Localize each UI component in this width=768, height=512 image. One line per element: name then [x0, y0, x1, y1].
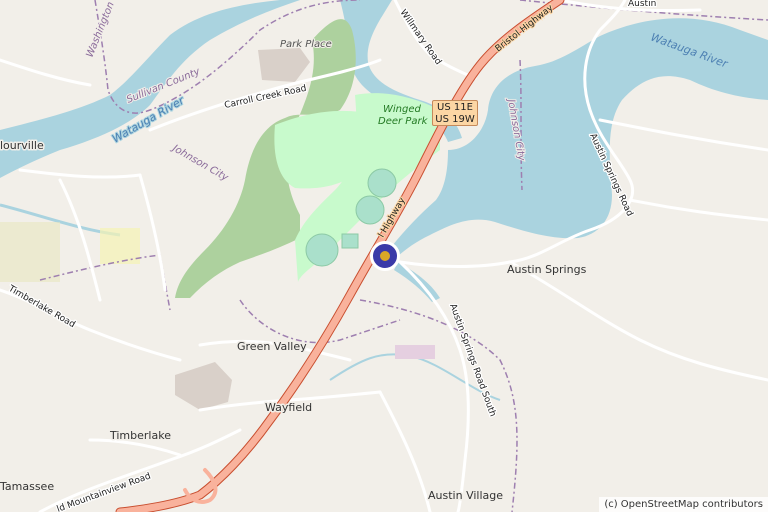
label-watauga-river-west: Watauga River	[110, 93, 188, 145]
label-austin-springs-road: Austin Springs Road	[587, 132, 634, 218]
label-austin-top: Austin	[628, 0, 656, 9]
label-timberlake-road: Timberlake Road	[6, 283, 77, 330]
shield-line-2: US 19W	[435, 114, 475, 125]
label-timberlake: Timberlake	[109, 429, 171, 442]
label-tamassee: Tamassee	[0, 480, 54, 493]
label-johnson-city-east: Johnson City	[505, 97, 527, 163]
label-bluff-city: lourville	[0, 139, 44, 152]
label-johnson-city-west: Johnson City	[169, 142, 231, 184]
label-willmary-road: Willmary Road	[398, 8, 443, 67]
location-marker[interactable]	[370, 241, 400, 271]
label-washington-county: Washington County	[85, 0, 132, 59]
label-winged-deer-park-1: Winged	[383, 104, 422, 115]
location-marker-dot	[380, 251, 390, 261]
label-watauga-river-east: Watauga River	[649, 31, 731, 71]
label-winged-deer-park-2: Deer Park	[378, 116, 429, 127]
label-green-valley: Green Valley	[237, 340, 307, 353]
label-austin-village: Austin Village	[428, 489, 503, 502]
label-austin-springs-road-south: Austin Springs Road South	[447, 303, 497, 419]
label-bristol-highway-ne: Bristol Highway	[494, 3, 556, 55]
label-sullivan-county: Sullivan County	[125, 66, 203, 106]
us-route-shield: US 11E US 19W	[432, 100, 478, 126]
shield-line-1: US 11E	[437, 102, 473, 113]
label-wayfield: Wayfield	[265, 401, 312, 414]
label-austin-springs: Austin Springs	[507, 263, 587, 276]
label-park-place: Park Place	[280, 39, 332, 50]
map-view[interactable]: Washington County Sullivan County Wataug…	[0, 0, 768, 512]
label-carroll-creek-road: Carroll Creek Road	[224, 84, 308, 111]
map-attribution[interactable]: (c) OpenStreetMap contributors	[599, 497, 768, 512]
label-old-mountainview-road: ld Mountainview Road	[56, 472, 153, 512]
label-bristol-highway-mid: l Highway	[377, 196, 408, 240]
